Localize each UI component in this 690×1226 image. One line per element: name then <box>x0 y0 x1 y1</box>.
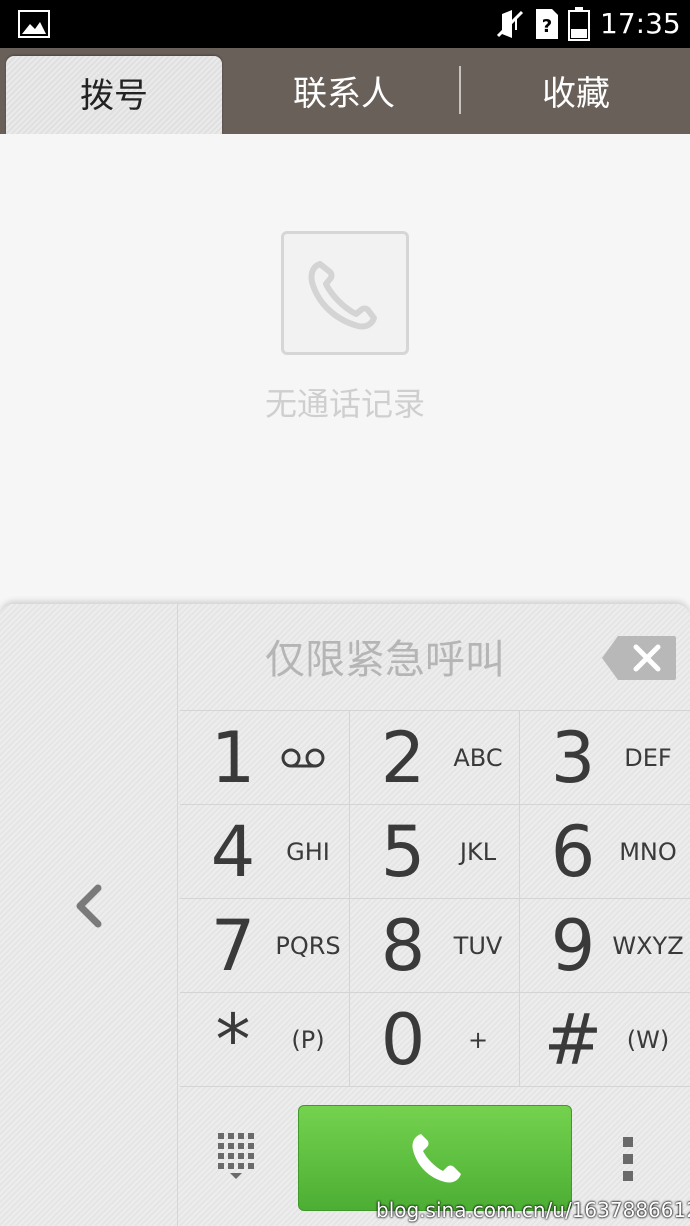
key-letters: TUV <box>453 932 503 960</box>
svg-text:?: ? <box>542 16 552 37</box>
keypad: 1 2 ABC 3 DEF 4 GHI 5 JKL 6 MNO 7 PQRS 8… <box>180 710 690 1086</box>
key-7[interactable]: 7 PQRS <box>180 898 350 992</box>
tab-dialer[interactable]: 拨号 <box>6 56 222 134</box>
key-digit: 6 <box>550 811 596 893</box>
key-digit: 2 <box>380 717 426 799</box>
empty-call-log-text: 无通话记录 <box>264 385 425 423</box>
key-letters: (W) <box>626 1026 670 1054</box>
voicemail-icon <box>281 748 325 768</box>
key-letters: + <box>467 1026 489 1054</box>
key-letters: WXYZ <box>612 932 684 960</box>
tab-contacts[interactable]: 联系人 <box>230 48 458 134</box>
key-digit: 0 <box>380 999 426 1081</box>
key-4[interactable]: 4 GHI <box>180 804 350 898</box>
backspace-icon[interactable] <box>600 634 678 682</box>
key-letters: PQRS <box>275 932 341 960</box>
more-options-icon[interactable] <box>620 1137 636 1181</box>
key-digit: # <box>543 999 603 1081</box>
key-digit: 9 <box>550 905 596 987</box>
mute-icon <box>496 10 524 38</box>
key-9[interactable]: 9 WXYZ <box>520 898 690 992</box>
key-digit: 4 <box>210 811 256 893</box>
key-6[interactable]: 6 MNO <box>520 804 690 898</box>
phone-icon <box>308 261 377 330</box>
key-1[interactable]: 1 <box>180 710 350 804</box>
sim-unknown-icon: ? <box>536 9 558 39</box>
call-log-area: 无通话记录 <box>0 134 690 604</box>
empty-call-log-icon <box>281 231 409 355</box>
status-time: 17:35 <box>600 7 681 40</box>
status-bar: ? 17:35 <box>0 0 690 48</box>
tab-favorites[interactable]: 收藏 <box>462 48 690 134</box>
key-letters: ABC <box>453 744 503 772</box>
key-digit: * <box>215 999 251 1081</box>
key-3[interactable]: 3 DEF <box>520 710 690 804</box>
tab-divider <box>459 66 461 114</box>
key-letters: MNO <box>619 838 677 866</box>
key-digit: 1 <box>210 717 256 799</box>
phone-icon <box>412 1134 461 1183</box>
key-digit: 7 <box>210 905 256 987</box>
gallery-icon <box>18 10 50 38</box>
key-letters: GHI <box>286 838 330 866</box>
key-5[interactable]: 5 JKL <box>350 804 520 898</box>
key-digit: 3 <box>550 717 596 799</box>
watermark: blog.sina.com.cn/u/1637886612 <box>376 1198 690 1222</box>
key-star[interactable]: * (P) <box>180 992 350 1086</box>
key-0[interactable]: 0 + <box>350 992 520 1086</box>
tab-bar: 拨号 联系人 收藏 <box>0 48 690 134</box>
dialer-left-column <box>0 604 178 1226</box>
dialer-panel: 仅限紧急呼叫 1 2 ABC 3 DEF 4 GHI 5 JKL 6 MNO 7… <box>0 604 690 1226</box>
number-display[interactable]: 仅限紧急呼叫 <box>180 624 590 696</box>
key-2[interactable]: 2 ABC <box>350 710 520 804</box>
key-digit: 8 <box>380 905 426 987</box>
key-8[interactable]: 8 TUV <box>350 898 520 992</box>
battery-icon <box>568 7 590 41</box>
key-letters: JKL <box>459 838 497 866</box>
key-letters: DEF <box>624 744 672 772</box>
key-hash[interactable]: # (W) <box>520 992 690 1086</box>
key-letters: (P) <box>291 1026 325 1054</box>
dialpad-icon[interactable] <box>218 1133 254 1179</box>
key-digit: 5 <box>380 811 426 893</box>
chevron-left-icon[interactable] <box>60 874 116 938</box>
